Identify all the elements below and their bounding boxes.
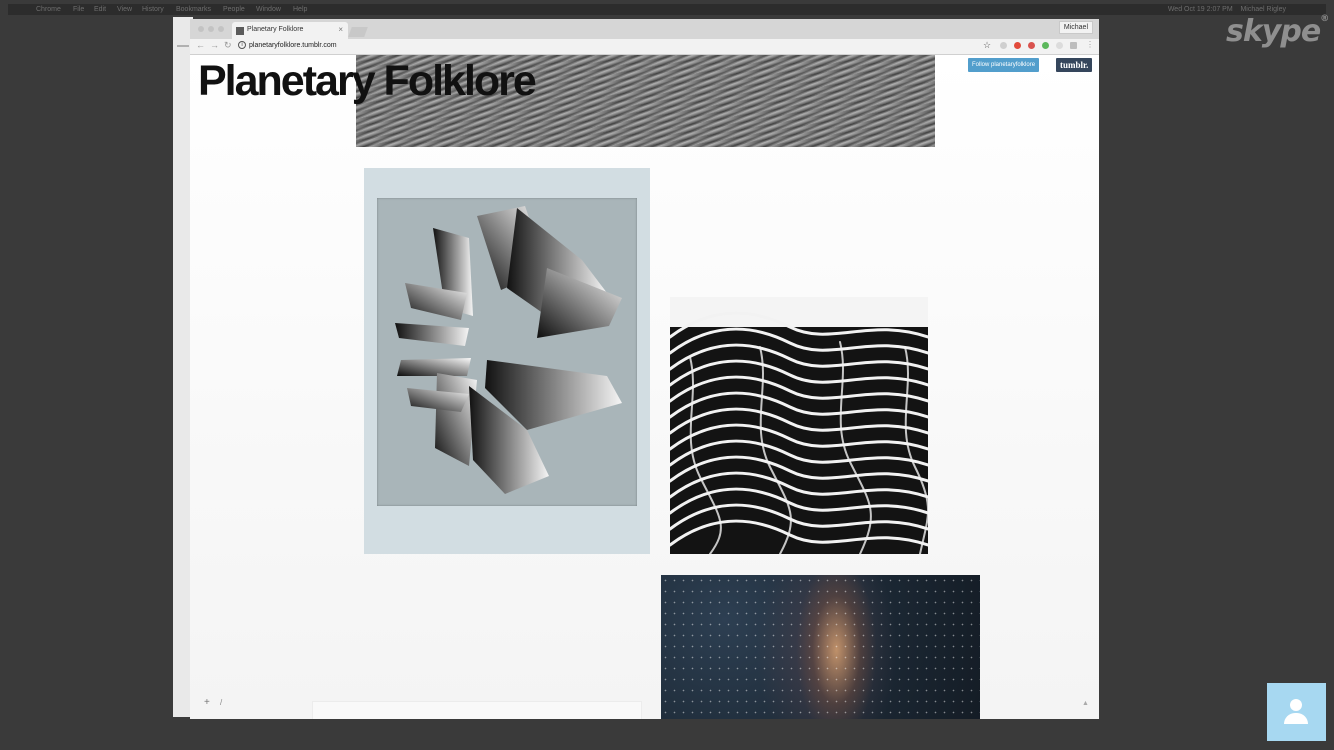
adblock-extension-icon[interactable] bbox=[1028, 42, 1035, 49]
menu-history[interactable]: History bbox=[142, 4, 164, 15]
forward-icon[interactable]: → bbox=[210, 40, 219, 50]
extension-icon[interactable] bbox=[1000, 42, 1007, 49]
profile-button[interactable]: Michael bbox=[1058, 21, 1093, 34]
blog-title[interactable]: Planetary Folklore bbox=[198, 57, 537, 106]
reload-icon[interactable]: ↻ bbox=[224, 40, 232, 51]
skype-trademark: ® bbox=[1320, 14, 1329, 24]
window-close-button[interactable] bbox=[198, 26, 204, 32]
skype-logo-text: skype bbox=[1226, 14, 1321, 49]
follow-button[interactable]: Follow planetaryfolklore bbox=[968, 58, 1040, 72]
milky-way-stars bbox=[661, 575, 980, 719]
cast-extension-icon[interactable] bbox=[1056, 42, 1063, 49]
opera-extension-icon[interactable] bbox=[1014, 42, 1021, 49]
tab-bar: Planetary Folklore × Michael bbox=[190, 19, 1099, 39]
new-tab-button[interactable] bbox=[348, 27, 368, 37]
user-icon bbox=[1290, 699, 1302, 711]
tab-close-icon[interactable]: × bbox=[338, 25, 343, 34]
tab-title: Planetary Folklore bbox=[247, 26, 304, 33]
menu-chrome[interactable]: Chrome bbox=[36, 4, 61, 15]
add-icon[interactable]: + bbox=[204, 697, 210, 708]
scroll-up-icon[interactable]: ▲ bbox=[1082, 700, 1089, 707]
window-zoom-button[interactable] bbox=[218, 26, 224, 32]
menu-icon[interactable]: ⋮ bbox=[1086, 40, 1094, 49]
menubar-datetime[interactable]: Wed Oct 19 2:07 PM bbox=[1168, 6, 1233, 13]
menubar-user[interactable]: Michael Rigley bbox=[1240, 6, 1286, 13]
post-image-milky-way[interactable] bbox=[661, 575, 980, 719]
tab-planetary-folklore[interactable]: Planetary Folklore × bbox=[232, 22, 348, 39]
menu-window[interactable]: Window bbox=[256, 4, 281, 15]
post-placeholder bbox=[312, 701, 642, 719]
skype-logo: skype® bbox=[1226, 14, 1329, 49]
address-bar[interactable]: i planetaryfolklore.tumblr.com bbox=[238, 41, 337, 49]
wave-lines-artwork bbox=[670, 297, 928, 554]
menu-file[interactable]: File bbox=[73, 4, 84, 15]
mac-menubar: Chrome File Edit View History Bookmarks … bbox=[8, 4, 1326, 15]
post-image-wave-drawing[interactable] bbox=[670, 297, 928, 554]
info-icon[interactable]: i bbox=[238, 41, 246, 49]
painting-canvas bbox=[377, 198, 637, 506]
background-window-toolbar bbox=[177, 45, 189, 47]
share-icon[interactable]: / bbox=[220, 698, 222, 707]
window-extension-icon[interactable] bbox=[1070, 42, 1077, 49]
browser-window: Planetary Folklore × Michael ← → ↻ i plan… bbox=[190, 19, 1099, 719]
menu-help[interactable]: Help bbox=[293, 4, 307, 15]
tumblr-page: Planetary Folklore Follow planetaryfolkl… bbox=[190, 55, 1099, 719]
geometric-shards-artwork bbox=[395, 206, 622, 494]
star-icon[interactable]: ☆ bbox=[983, 40, 991, 51]
menu-edit[interactable]: Edit bbox=[94, 4, 106, 15]
tumblr-home-button[interactable]: tumblr. bbox=[1056, 58, 1093, 72]
menu-view[interactable]: View bbox=[117, 4, 132, 15]
window-minimize-button[interactable] bbox=[208, 26, 214, 32]
skype-self-view[interactable] bbox=[1267, 683, 1326, 741]
shield-extension-icon[interactable] bbox=[1042, 42, 1049, 49]
menu-people[interactable]: People bbox=[223, 4, 245, 15]
tumblr-favicon-icon bbox=[236, 27, 244, 35]
menu-bookmarks[interactable]: Bookmarks bbox=[176, 4, 211, 15]
browser-toolbar: ← → ↻ i planetaryfolklore.tumblr.com ☆ ⋮ bbox=[190, 39, 1099, 55]
url-text[interactable]: planetaryfolklore.tumblr.com bbox=[249, 42, 337, 49]
user-icon-body bbox=[1284, 713, 1308, 724]
post-image-geometric-painting[interactable] bbox=[364, 168, 650, 554]
back-icon[interactable]: ← bbox=[196, 40, 205, 50]
